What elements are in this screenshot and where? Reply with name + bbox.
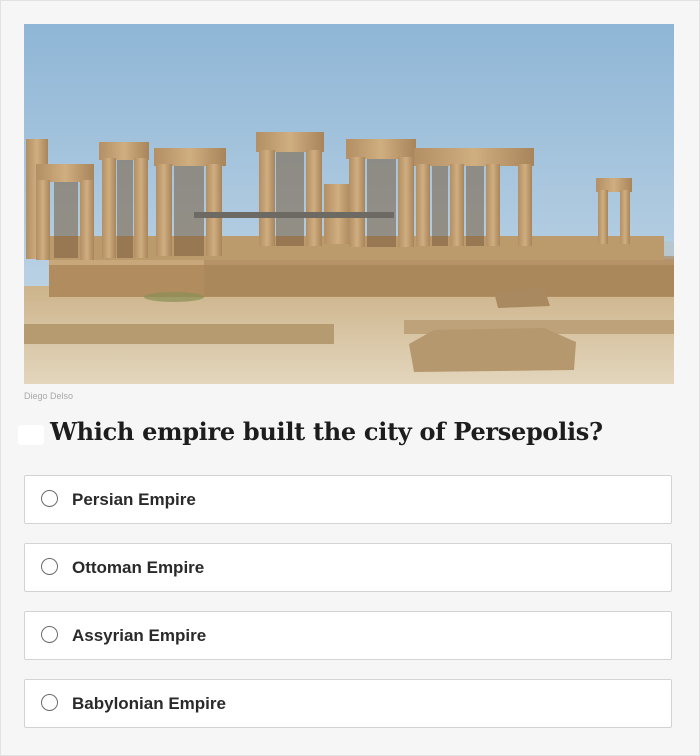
radio-button[interactable] xyxy=(41,558,58,575)
answer-label: Persian Empire xyxy=(72,490,196,509)
answer-label: Assyrian Empire xyxy=(72,626,207,645)
radio-button[interactable] xyxy=(41,626,58,643)
answer-label: Ottoman Empire xyxy=(72,558,205,577)
persepolis-photo xyxy=(24,24,674,384)
radio-button[interactable] xyxy=(41,490,58,507)
quiz-card: Diego Delso Which empire built the city … xyxy=(0,0,700,756)
answer-option-babylonian[interactable]: Babylonian Empire xyxy=(24,679,672,728)
photo-credit: Diego Delso xyxy=(24,391,74,401)
question-marker xyxy=(18,425,44,445)
radio-button[interactable] xyxy=(41,694,58,711)
answer-label: Babylonian Empire xyxy=(72,694,226,713)
answer-option-persian[interactable]: Persian Empire xyxy=(24,475,672,524)
question-text: Which empire built the city of Persepoli… xyxy=(50,417,603,446)
answer-option-ottoman[interactable]: Ottoman Empire xyxy=(24,543,672,592)
answer-option-assyrian[interactable]: Assyrian Empire xyxy=(24,611,672,660)
